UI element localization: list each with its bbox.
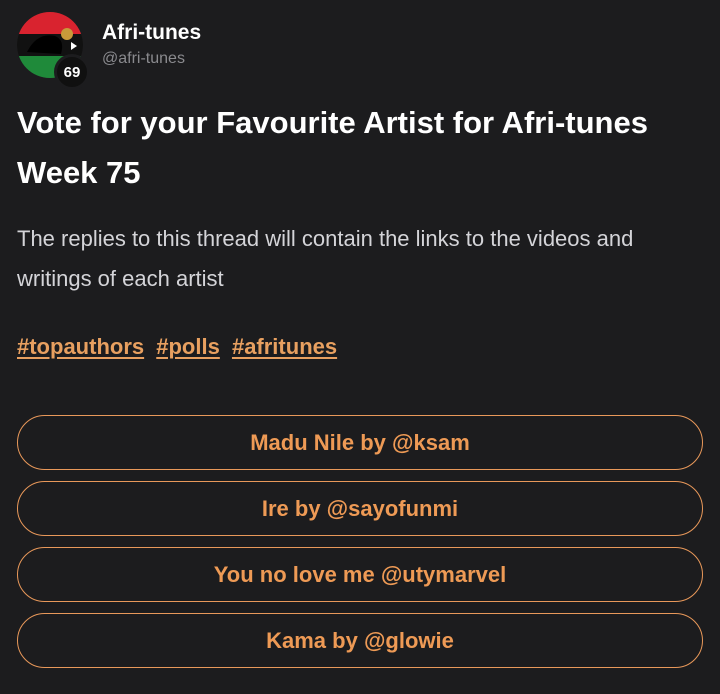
post-title: Vote for your Favourite Artist for Afri-… <box>17 105 648 190</box>
poll-option-button[interactable]: Ire by @sayofunmi <box>17 481 703 536</box>
hashtag-link[interactable]: #polls <box>156 334 220 359</box>
post-body: The replies to this thread will contain … <box>17 226 634 291</box>
poll-option-button[interactable]: Madu Nile by @ksam <box>17 415 703 470</box>
poll-options: Madu Nile by @ksam Ire by @sayofunmi You… <box>17 415 703 679</box>
level-badge: 69 <box>54 54 90 90</box>
author-handle[interactable]: @afri-tunes <box>102 50 185 68</box>
poll-option-button[interactable]: You no love me @utymarvel <box>17 547 703 602</box>
hashtag-link[interactable]: #afritunes <box>232 334 337 359</box>
poll-option-button[interactable]: Kama by @glowie <box>17 613 703 668</box>
post-header: 69 Afri-tunes @afri-tunes <box>17 12 617 90</box>
author-name[interactable]: Afri-tunes <box>102 21 201 45</box>
hashtag-link[interactable]: #topauthors <box>17 334 144 359</box>
hashtag-list: #topauthors #polls #afritunes <box>17 334 343 360</box>
